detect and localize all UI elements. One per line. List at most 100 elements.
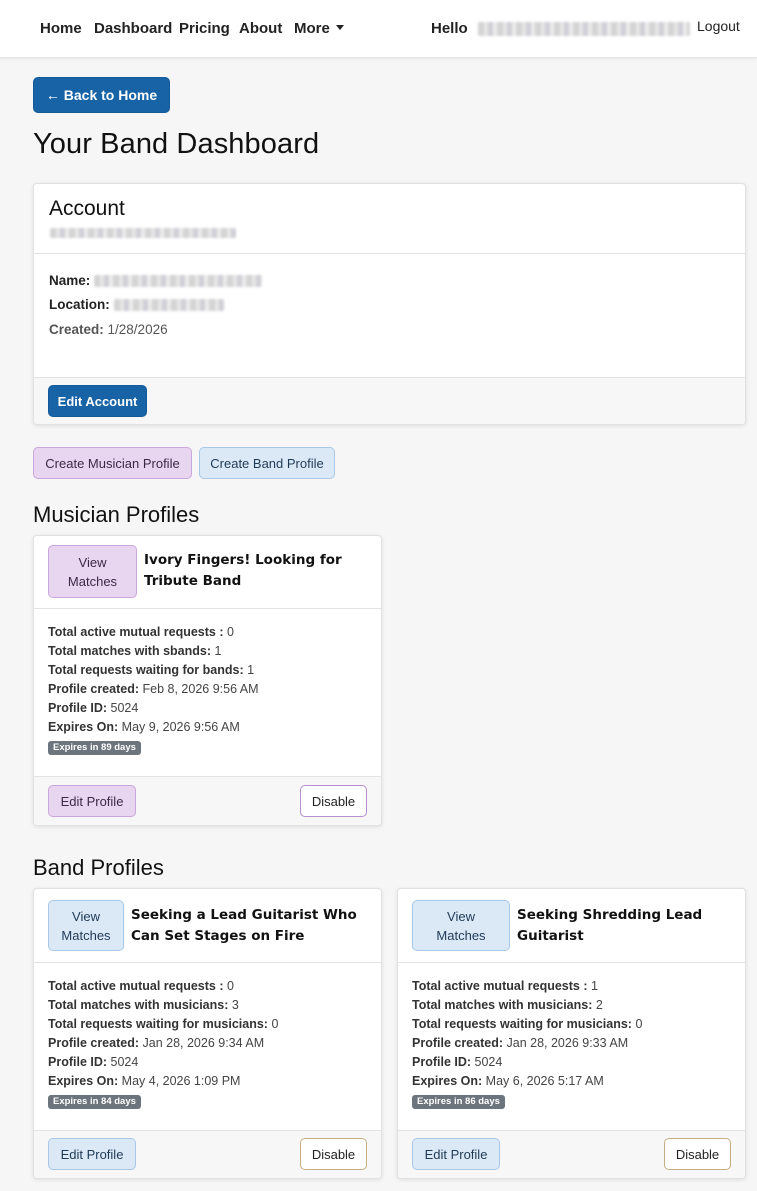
stat-label: Profile created:: [48, 682, 140, 696]
stat-label: Expires On:: [412, 1074, 483, 1088]
view-matches-button[interactable]: View Matches: [48, 545, 137, 598]
band-profile-card: View Matches Seeking a Lead Guitarist Wh…: [33, 888, 382, 1179]
stat-value: 0: [227, 625, 234, 639]
stat-total-matches: Total matches with sbands: 1: [48, 642, 221, 661]
created-label: Created:: [49, 322, 104, 337]
hello-label: Hello: [431, 20, 468, 37]
create-musician-profile-button[interactable]: Create Musician Profile: [33, 447, 192, 479]
stat-value: 5024: [110, 1055, 139, 1069]
stat-label: Expires On:: [48, 720, 119, 734]
stat-total-matches: Total matches with musicians: 2: [412, 996, 603, 1015]
stat-value: 0: [635, 1017, 643, 1031]
edit-account-button[interactable]: Edit Account: [48, 385, 147, 417]
stat-expires-on: Expires On: May 4, 2026 1:09 PM: [48, 1072, 240, 1091]
expiry-badge: Expires in 86 days: [412, 1095, 505, 1109]
nav-pricing-link[interactable]: Pricing: [179, 20, 230, 37]
stat-value: 1: [214, 644, 222, 658]
stat-profile-id: Profile ID: 5024: [48, 1053, 138, 1072]
nav-more-dropdown[interactable]: More: [294, 20, 344, 37]
stat-label: Total matches with musicians:: [48, 998, 229, 1012]
account-card-footer: Edit Account: [34, 377, 745, 424]
name-label: Name:: [49, 273, 91, 288]
created-value: 1/28/2026: [107, 322, 168, 337]
stat-label: Profile ID:: [48, 701, 108, 715]
stat-value: May 4, 2026 1:09 PM: [121, 1074, 241, 1088]
stat-label: Profile created:: [412, 1036, 504, 1050]
stat-label: Total active mutual requests :: [412, 979, 588, 993]
nav-home-link[interactable]: Home: [40, 20, 82, 37]
stat-label: Profile ID:: [48, 1055, 108, 1069]
band-profile-card: View Matches Seeking Shredding Lead Guit…: [397, 888, 746, 1179]
stat-value: May 6, 2026 5:17 AM: [485, 1074, 604, 1088]
account-title: Account: [49, 197, 125, 220]
redacted-name: [94, 275, 263, 288]
stat-value: Jan 28, 2026 9:33 AM: [506, 1036, 629, 1050]
divider: [34, 253, 745, 254]
stat-profile-created: Profile created: Jan 28, 2026 9:33 AM: [412, 1034, 628, 1053]
redacted-account-email: [50, 228, 236, 238]
profile-title: Seeking a Lead Guitarist Who Can Set Sta…: [131, 907, 357, 944]
stat-requests-waiting: Total requests waiting for musicians: 0: [48, 1015, 278, 1034]
account-card: Account Name: Location: Created: 1/28/20…: [33, 183, 746, 425]
stat-value: 1: [591, 979, 598, 993]
expiry-badge: Expires in 84 days: [48, 1095, 141, 1109]
profile-title: Seeking Shredding Lead Guitarist: [517, 907, 703, 944]
stat-label: Total requests waiting for musicians:: [412, 1017, 632, 1031]
view-matches-button[interactable]: View Matches: [48, 900, 124, 951]
stat-value: Feb 8, 2026 9:56 AM: [142, 682, 259, 696]
stat-label: Total active mutual requests :: [48, 979, 224, 993]
stat-label: Total active mutual requests :: [48, 625, 224, 639]
edit-profile-button[interactable]: Edit Profile: [48, 1138, 136, 1170]
back-to-home-button[interactable]: ← Back to Home: [33, 77, 170, 113]
create-band-profile-button[interactable]: Create Band Profile: [199, 447, 335, 479]
stat-requests-waiting: Total requests waiting for bands: 1: [48, 661, 254, 680]
view-matches-button[interactable]: View Matches: [412, 900, 510, 951]
account-created-field: Created: 1/28/2026: [49, 322, 168, 337]
disable-button[interactable]: Disable: [300, 1138, 367, 1170]
redacted-user-email: [477, 22, 690, 37]
stat-value: 5024: [110, 701, 139, 715]
profile-title: Ivory Fingers! Looking for Tribute Band: [144, 552, 342, 589]
stat-label: Total requests waiting for musicians:: [48, 1017, 268, 1031]
stat-total-matches: Total matches with musicians: 3: [48, 996, 239, 1015]
caret-down-icon: [335, 24, 344, 30]
stat-value: 0: [227, 979, 234, 993]
stat-profile-created: Profile created: Feb 8, 2026 9:56 AM: [48, 680, 259, 699]
stat-label: Profile created:: [48, 1036, 140, 1050]
edit-profile-button[interactable]: Edit Profile: [48, 785, 136, 817]
stat-label: Expires On:: [48, 1074, 119, 1088]
nav-about-link[interactable]: About: [239, 20, 282, 37]
stat-value: 1: [247, 663, 255, 677]
account-location-field: Location:: [49, 297, 224, 312]
band-profiles-heading: Band Profiles: [33, 855, 164, 880]
musician-profiles-heading: Musician Profiles: [33, 502, 200, 527]
redacted-location: [113, 299, 224, 312]
stat-profile-id: Profile ID: 5024: [48, 699, 138, 718]
stat-active-mutual-requests: Total active mutual requests : 1: [412, 977, 598, 996]
edit-profile-button[interactable]: Edit Profile: [412, 1138, 500, 1170]
logout-link[interactable]: Logout: [697, 18, 740, 34]
stat-profile-id: Profile ID: 5024: [412, 1053, 502, 1072]
stat-value: May 9, 2026 9:56 AM: [121, 720, 240, 734]
top-navbar: Home Dashboard Pricing About More Hello …: [0, 0, 757, 58]
disable-button[interactable]: Disable: [664, 1138, 731, 1170]
musician-profile-card: View Matches Ivory Fingers! Looking for …: [33, 535, 382, 826]
stat-value: 2: [595, 998, 603, 1012]
stat-value: 5024: [474, 1055, 503, 1069]
stat-label: Profile ID:: [412, 1055, 472, 1069]
divider: [398, 962, 745, 963]
stat-value: 3: [231, 998, 239, 1012]
nav-dashboard-link[interactable]: Dashboard: [94, 20, 172, 37]
stat-profile-created: Profile created: Jan 28, 2026 9:34 AM: [48, 1034, 264, 1053]
card-footer: Edit Profile Disable: [34, 1130, 381, 1178]
nav-more-label: More: [294, 20, 330, 37]
stat-label: Total requests waiting for bands:: [48, 663, 244, 677]
page-title: Your Band Dashboard: [33, 128, 320, 160]
location-label: Location:: [49, 297, 110, 312]
stat-label: Total matches with musicians:: [412, 998, 593, 1012]
card-footer: Edit Profile Disable: [398, 1130, 745, 1178]
disable-button[interactable]: Disable: [300, 785, 367, 817]
stat-expires-on: Expires On: May 9, 2026 9:56 AM: [48, 718, 240, 737]
stat-label: Total matches with sbands:: [48, 644, 211, 658]
stat-active-mutual-requests: Total active mutual requests : 0: [48, 623, 234, 642]
